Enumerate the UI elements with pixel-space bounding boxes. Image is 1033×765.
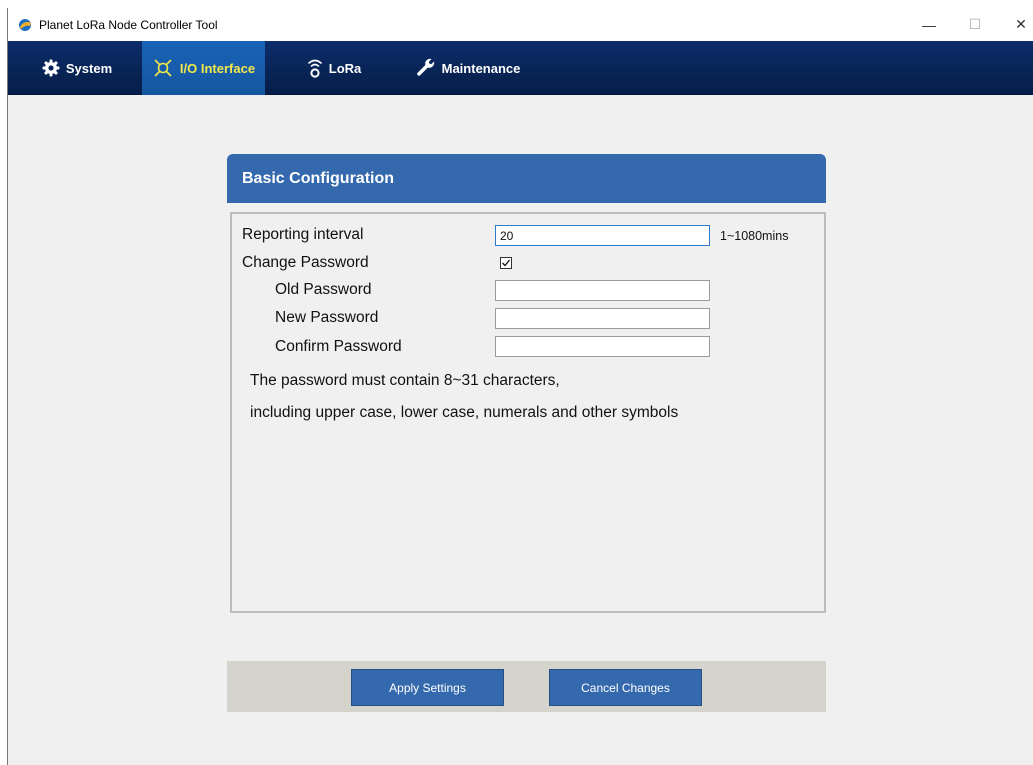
minimize-button[interactable]: — bbox=[906, 8, 952, 41]
app-logo-icon bbox=[18, 18, 32, 32]
nav-tab-maintenance[interactable]: Maintenance bbox=[403, 41, 533, 95]
nav-tab-lora-label: LoRa bbox=[328, 60, 362, 76]
nav-tab-io-interface-label: I/O Interface bbox=[179, 60, 256, 76]
nav-tab-maintenance-label: Maintenance bbox=[441, 60, 521, 76]
reporting-interval-label: Reporting interval bbox=[242, 226, 364, 243]
change-password-checkbox[interactable] bbox=[500, 257, 512, 269]
wireless-signal-icon bbox=[307, 58, 323, 78]
nav-tab-system-label: System bbox=[65, 60, 113, 76]
confirm-password-label: Confirm Password bbox=[275, 338, 402, 355]
app-window: Planet LoRa Node Controller Tool — ☐ ✕ S bbox=[7, 8, 1033, 765]
main-nav: System I/O Interface LoRa Maintenance bbox=[8, 41, 1033, 95]
new-password-label: New Password bbox=[275, 309, 379, 326]
checkmark-icon bbox=[502, 259, 511, 267]
card-header: Basic Configuration bbox=[227, 154, 826, 203]
new-password-input[interactable] bbox=[495, 308, 710, 329]
password-rule-note-line1: The password must contain 8~31 character… bbox=[250, 372, 560, 389]
reporting-interval-unit: 1~1080mins bbox=[720, 229, 789, 243]
card-body: Reporting interval 1~1080mins Change Pas… bbox=[230, 212, 826, 613]
apply-settings-button[interactable]: Apply Settings bbox=[351, 669, 504, 706]
action-bar: Apply Settings Cancel Changes bbox=[227, 661, 826, 712]
gear-icon bbox=[42, 59, 60, 77]
card-title: Basic Configuration bbox=[242, 169, 395, 187]
nav-tab-system[interactable]: System bbox=[27, 41, 127, 95]
wrench-icon bbox=[416, 58, 436, 78]
io-connector-icon bbox=[152, 59, 174, 77]
cancel-changes-button[interactable]: Cancel Changes bbox=[549, 669, 702, 706]
nav-tab-lora[interactable]: LoRa bbox=[293, 41, 375, 95]
nav-tab-io-interface[interactable]: I/O Interface bbox=[142, 41, 265, 95]
old-password-input[interactable] bbox=[495, 280, 710, 301]
password-rule-note-line2: including upper case, lower case, numera… bbox=[250, 404, 679, 421]
title-bar: Planet LoRa Node Controller Tool — ☐ ✕ bbox=[8, 8, 1033, 41]
reporting-interval-input[interactable] bbox=[495, 225, 710, 246]
close-button[interactable]: ✕ bbox=[998, 8, 1033, 41]
old-password-label: Old Password bbox=[275, 281, 372, 298]
change-password-label: Change Password bbox=[242, 254, 369, 271]
window-title: Planet LoRa Node Controller Tool bbox=[39, 17, 218, 32]
confirm-password-input[interactable] bbox=[495, 336, 710, 357]
maximize-button[interactable]: ☐ bbox=[952, 8, 998, 41]
